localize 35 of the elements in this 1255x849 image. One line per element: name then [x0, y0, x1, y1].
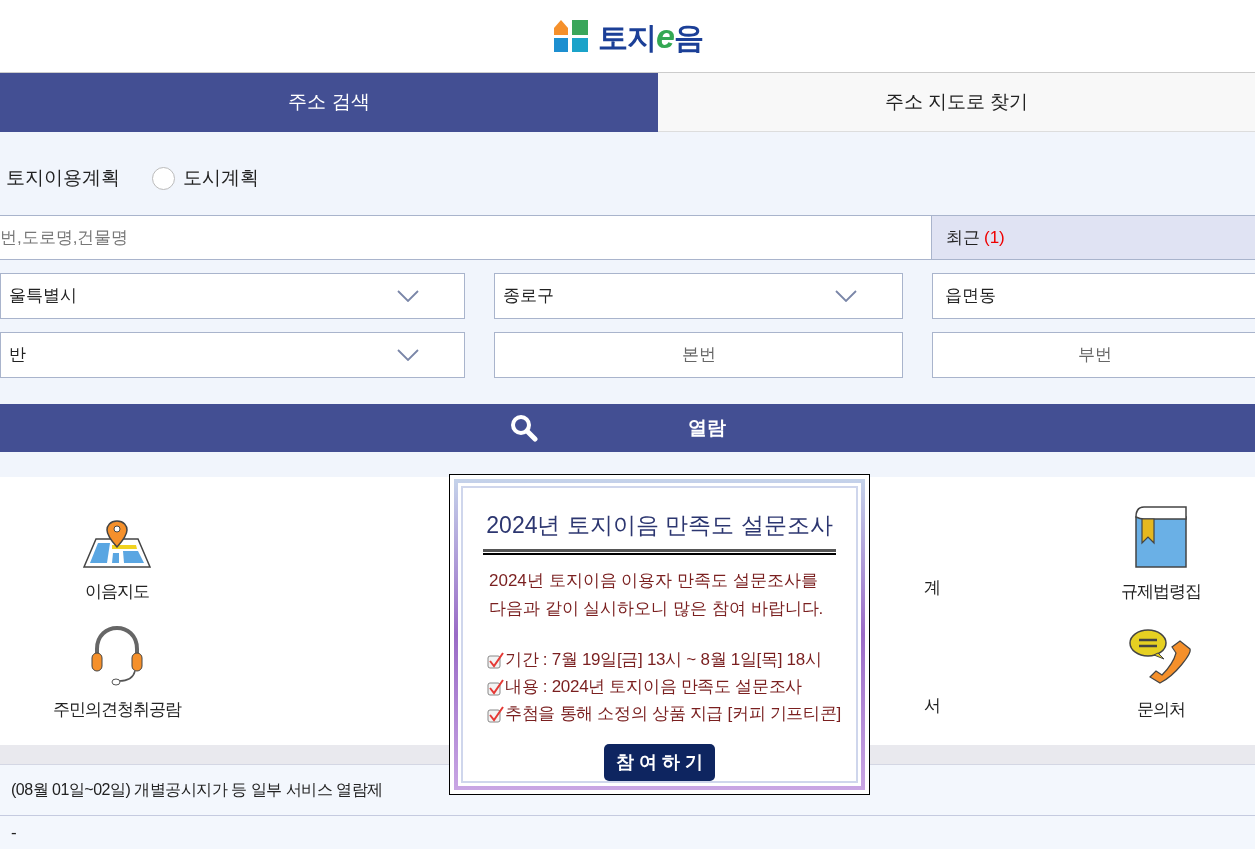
- notice-title[interactable]: (08월 01일~02일) 개별공시지가 등 일부 서비스 열람제: [11, 778, 383, 802]
- checkbox-tick-icon: [487, 678, 504, 696]
- checkbox-tick-icon: [487, 651, 504, 669]
- popup-text: 2024년 토지이음 이용자 만족도 설문조사를: [489, 569, 819, 592]
- checkbox-tick-icon: [487, 705, 504, 723]
- popup-list-item: 내용 : 2024년 토지이음 만족도 설문조사: [505, 676, 802, 699]
- search-icon: [509, 414, 538, 442]
- book-icon: [1134, 505, 1189, 569]
- search-field[interactable]: 번,도로명,건물명: [0, 216, 932, 259]
- view-button[interactable]: 열람: [0, 404, 1255, 452]
- select-field[interactable]: 종로구: [494, 273, 903, 319]
- chevron-down-icon: [397, 349, 419, 361]
- select-field[interactable]: 반: [0, 332, 465, 378]
- chevron-down-icon: [397, 290, 419, 302]
- chevron-down-icon: [835, 290, 857, 302]
- radio-option[interactable]: 도시계획: [152, 163, 259, 193]
- map-pin-icon: [81, 519, 152, 569]
- menu-label[interactable]: 서: [924, 693, 942, 719]
- input-field[interactable]: 본번: [494, 332, 903, 378]
- participate-button[interactable]: 참 여 하 기: [604, 743, 715, 781]
- menu-label[interactable]: 계: [924, 575, 942, 601]
- tab[interactable]: 주소 지도로 찾기: [658, 73, 1255, 132]
- popup-list-item: 추첨을 통해 소정의 상품 지급 [커피 기프티콘]: [505, 703, 841, 726]
- input-field[interactable]: 읍면동: [932, 273, 1255, 319]
- logo-icon: [551, 18, 590, 54]
- tab[interactable]: 주소 검색: [0, 73, 658, 132]
- popup-title: 2024년 토지이음 만족도 설문조사: [486, 511, 833, 540]
- logo-text: 토지e음: [597, 15, 704, 57]
- recent-searches-button[interactable]: 최근 (1): [932, 216, 1255, 259]
- input-field[interactable]: 부번: [932, 332, 1255, 378]
- popup-list-item: 기간 : 7월 19일[금] 13시 ~ 8월 1일[목] 18시: [505, 649, 822, 672]
- popup-text: 다음과 같이 실시하오니 많은 참여 바랍니다.: [489, 597, 825, 620]
- radio-label: 토지이용계획: [6, 165, 120, 190]
- select-field[interactable]: 울특별시: [0, 273, 465, 319]
- notice-text: -: [11, 822, 17, 845]
